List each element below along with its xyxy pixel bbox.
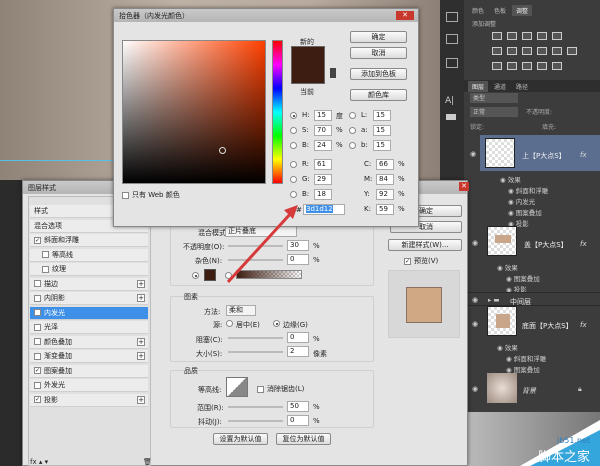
watermark-site: jb51.net [557, 436, 591, 445]
arrow-shaft [226, 210, 294, 284]
annotation-arrow [226, 205, 298, 284]
watermark-name: 脚本之家 [538, 450, 591, 465]
